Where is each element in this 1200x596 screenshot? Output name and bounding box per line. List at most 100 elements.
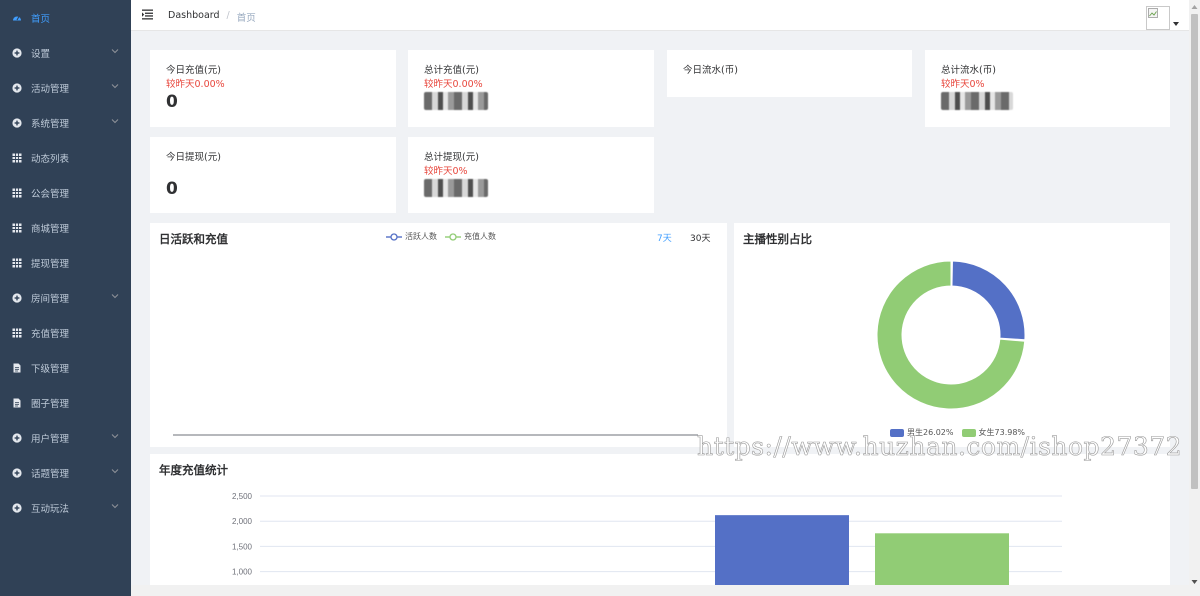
breadcrumb-current: 首页: [236, 13, 256, 24]
stat-title: 总计充值(元): [424, 65, 479, 76]
plus-circle-icon: [12, 467, 22, 478]
sidebar-item-8[interactable]: 房间管理: [0, 280, 131, 315]
sidebar-item-label: 提现管理: [31, 258, 70, 270]
line-chart: [173, 434, 698, 436]
sidebar-item-label: 商城管理: [31, 223, 70, 235]
stat-card-today-flow: 今日流水(币): [667, 50, 912, 97]
bar-chart: 2,500 2,000 1,500 1,000: [232, 492, 1062, 596]
chevron-down-icon: [111, 294, 119, 299]
sidebar-item-label: 下级管理: [31, 363, 70, 375]
yearly-recharge-panel: 年度充值统计 2,500 2,000 1,500 1,000: [150, 454, 1170, 596]
document-icon: [12, 398, 22, 408]
plus-circle-icon: [12, 82, 22, 93]
caret-down-icon[interactable]: [1173, 22, 1179, 27]
chevron-down-icon: [111, 84, 119, 89]
breadcrumb-separator: /: [226, 10, 230, 21]
stat-card-total-withdraw: 总计提现(元) 较昨天0%: [408, 137, 654, 213]
vertical-scroll-thumb[interactable]: [1191, 14, 1198, 489]
stat-title: 今日充值(元): [166, 65, 221, 76]
sidebar-item-label: 用户管理: [31, 433, 70, 445]
sidebar-item-7[interactable]: 提现管理: [0, 245, 131, 280]
sidebar-item-12[interactable]: 用户管理: [0, 420, 131, 455]
y-tick-label: 1,000: [232, 568, 253, 577]
stat-value: 0: [166, 92, 178, 112]
hamburger-icon[interactable]: [142, 9, 153, 20]
stat-title: 今日提现(元): [166, 152, 221, 163]
stat-compare: 较昨天0.00%: [424, 79, 483, 90]
sidebar-item-label: 动态列表: [31, 153, 70, 165]
chevron-down-icon: [111, 49, 119, 54]
sidebar-item-label: 互动玩法: [31, 503, 70, 515]
bar-0[interactable]: [715, 515, 849, 596]
sidebar-item-13[interactable]: 话题管理: [0, 455, 131, 490]
stat-card-total-flow: 总计流水(币) 较昨天0%: [925, 50, 1170, 127]
stat-card-today-recharge: 今日充值(元) 较昨天0.00% 0: [150, 50, 396, 127]
document-icon: [12, 363, 22, 373]
grid-icon: [12, 328, 22, 338]
y-tick-label: 2,500: [232, 492, 253, 501]
vertical-scrollbar[interactable]: [1189, 0, 1200, 596]
chevron-down-icon: [111, 119, 119, 124]
sidebar-item-14[interactable]: 互动玩法: [0, 490, 131, 525]
sidebar-item-label: 充值管理: [31, 328, 70, 340]
sidebar-item-9[interactable]: 充值管理: [0, 315, 131, 350]
sidebar-item-label: 圈子管理: [31, 398, 70, 410]
stat-card-total-recharge: 总计充值(元) 较昨天0.00%: [408, 50, 654, 127]
sidebar-item-3[interactable]: 系统管理: [0, 105, 131, 140]
sidebar-item-label: 活动管理: [31, 83, 70, 95]
sidebar-item-1[interactable]: 设置: [0, 35, 131, 70]
avatar[interactable]: [1146, 6, 1170, 30]
sidebar-item-label: 首页: [31, 13, 51, 25]
sidebar-item-5[interactable]: 公会管理: [0, 175, 131, 210]
plus-circle-icon: [12, 432, 22, 443]
stat-compare: 较昨天0%: [941, 79, 985, 90]
gender-ratio-panel: 主播性别占比 男生26.02% 女生73.98%: [734, 223, 1170, 447]
navbar: Dashboard / 首页: [131, 0, 1189, 31]
obscured-value: [424, 179, 488, 197]
daily-activity-panel: 日活跃和充值 活跃人数 充值人数 7天 30天: [150, 223, 727, 447]
sidebar-item-0[interactable]: 首页: [0, 0, 131, 35]
stat-card-today-withdraw: 今日提现(元) 0: [150, 137, 396, 213]
dashboard-icon: [12, 13, 22, 23]
sidebar-item-6[interactable]: 商城管理: [0, 210, 131, 245]
chevron-down-icon: [111, 434, 119, 439]
sidebar-item-label: 设置: [31, 48, 51, 60]
sidebar-item-10[interactable]: 下级管理: [0, 350, 131, 385]
y-tick-label: 2,000: [232, 517, 253, 526]
stat-value: 0: [166, 179, 178, 199]
sidebar-item-2[interactable]: 活动管理: [0, 70, 131, 105]
sidebar-item-11[interactable]: 圈子管理: [0, 385, 131, 420]
donut-chart: [876, 260, 1026, 410]
watermark-text: https://www.huzhan.com/ishop27372: [697, 432, 1183, 462]
grid-icon: [12, 258, 22, 268]
obscured-value: [941, 92, 1013, 110]
chevron-down-icon: [111, 504, 119, 509]
broken-image-icon: [1148, 8, 1158, 18]
grid-icon: [12, 153, 22, 163]
donut-slice-0[interactable]: [951, 260, 1026, 341]
stat-title: 今日流水(币): [683, 65, 738, 76]
scroll-down-arrow-icon[interactable]: [1189, 577, 1200, 587]
sidebar-item-label: 话题管理: [31, 468, 70, 480]
y-tick-label: 1,500: [232, 542, 253, 551]
breadcrumb-dashboard[interactable]: Dashboard: [168, 10, 220, 24]
chevron-down-icon: [111, 469, 119, 474]
horizontal-scrollbar[interactable]: [131, 585, 1189, 596]
breadcrumb: Dashboard / 首页: [168, 10, 256, 24]
grid-icon: [12, 188, 22, 198]
stat-compare: 较昨天0.00%: [166, 79, 225, 90]
sidebar-item-label: 系统管理: [31, 118, 70, 130]
sidebar-item-label: 房间管理: [31, 293, 70, 305]
scroll-up-arrow-icon[interactable]: [1189, 2, 1200, 12]
sidebar: 首页设置活动管理系统管理动态列表公会管理商城管理提现管理房间管理充值管理下级管理…: [0, 0, 131, 596]
sidebar-item-4[interactable]: 动态列表: [0, 140, 131, 175]
stat-title: 总计流水(币): [941, 65, 996, 76]
stat-compare: 较昨天0%: [424, 166, 468, 177]
plus-circle-icon: [12, 117, 22, 128]
plus-circle-icon: [12, 292, 22, 303]
sidebar-item-label: 公会管理: [31, 188, 70, 200]
obscured-value: [424, 92, 488, 110]
plus-circle-icon: [12, 502, 22, 513]
stat-title: 总计提现(元): [424, 152, 479, 163]
grid-icon: [12, 223, 22, 233]
